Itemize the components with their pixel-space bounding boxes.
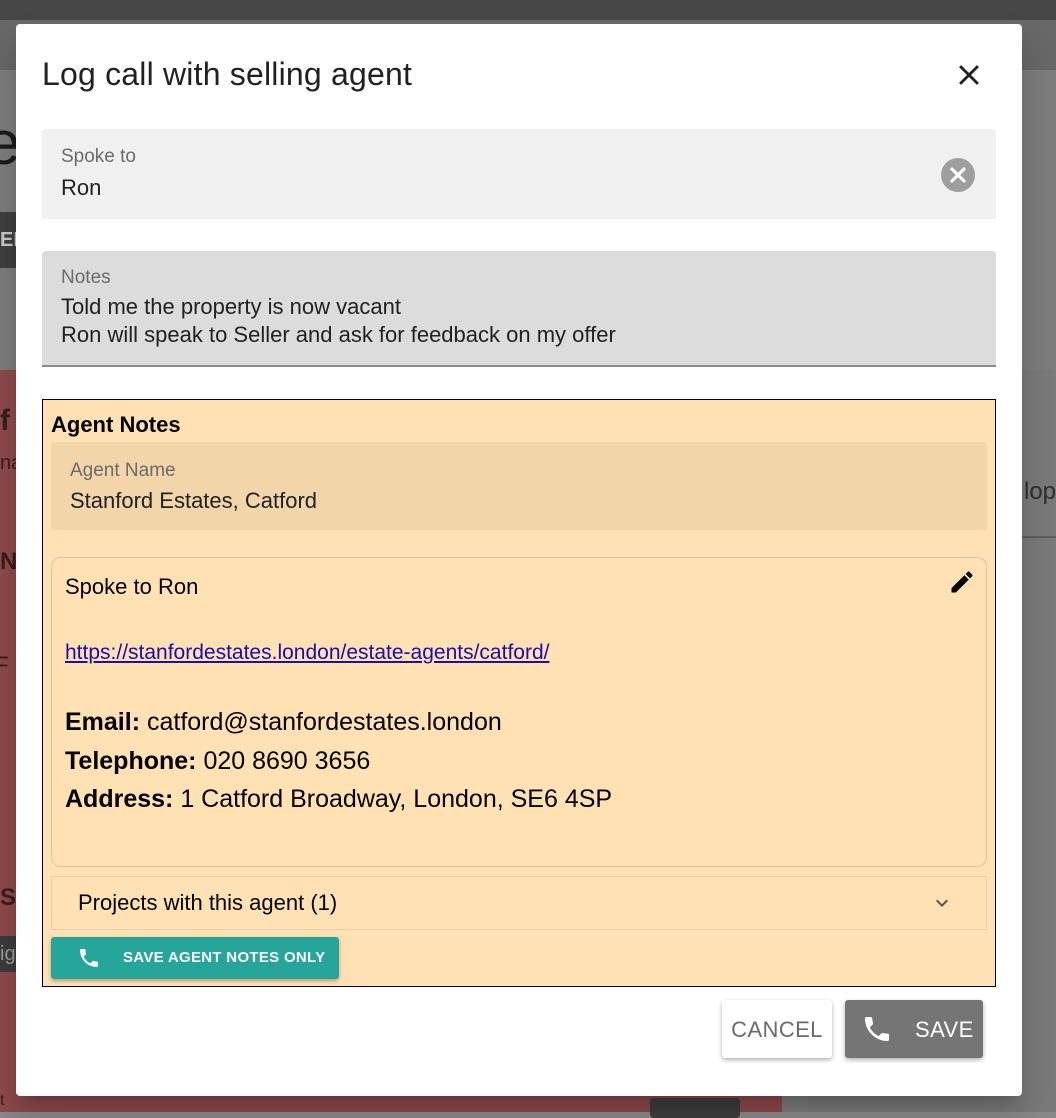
cancel-button[interactable]: CANCEL — [722, 1000, 832, 1058]
cancel-label: CANCEL — [731, 1017, 823, 1042]
agent-name-label: Agent Name — [70, 460, 176, 481]
background-divider — [1022, 536, 1056, 538]
notes-label: Notes — [61, 267, 111, 288]
address-value: 1 Catford Broadway, London, SE6 4SP — [180, 785, 613, 813]
agent-email-row: Email: catford@stanfordestates.london — [65, 708, 502, 737]
background-button — [650, 1098, 740, 1118]
clear-spoke-to-button[interactable] — [941, 158, 975, 192]
dialog-title: Log call with selling agent — [42, 56, 413, 92]
notes-textarea[interactable]: Told me the property is now vacant Ron w… — [61, 293, 616, 349]
clear-circle-icon — [950, 167, 966, 183]
spoke-to-label: Spoke to — [61, 146, 136, 167]
telephone-value: 020 8690 3656 — [203, 747, 371, 775]
agent-notes-title: Agent Notes — [51, 412, 181, 437]
close-button[interactable] — [952, 58, 986, 92]
phone-icon — [865, 1017, 889, 1041]
spoke-to-field[interactable]: Spoke to Ron — [42, 129, 996, 219]
background-text-fragment: t — [0, 1092, 5, 1109]
address-label: Address: — [65, 785, 174, 813]
projects-with-agent-label: Projects with this agent (1) — [78, 890, 338, 915]
background-text-fragment: S — [0, 884, 17, 911]
agent-notes-panel: Agent Notes Agent Name Stanford Estates,… — [42, 399, 996, 987]
agent-address-row: Address: 1 Catford Broadway, London, SE6… — [65, 785, 612, 814]
save-agent-notes-only-button[interactable]: SAVE AGENT NOTES ONLY — [51, 937, 339, 979]
agent-name-field[interactable]: Agent Name Stanford Estates, Catford — [51, 442, 987, 530]
spoke-to-value[interactable]: Ron — [61, 175, 101, 201]
close-icon — [959, 65, 979, 85]
phone-icon — [80, 949, 98, 967]
telephone-label: Telephone: — [65, 747, 197, 775]
background-top-bar — [0, 0, 1056, 20]
save-agent-notes-only-label: SAVE AGENT NOTES ONLY — [123, 949, 326, 966]
chevron-down-icon — [936, 899, 948, 907]
agent-name-value[interactable]: Stanford Estates, Catford — [70, 488, 317, 514]
save-button[interactable]: SAVE — [845, 1000, 983, 1058]
background-text-fragment: N — [0, 548, 18, 575]
agent-website-link[interactable]: https://stanfordestates.london/estate-ag… — [65, 641, 549, 665]
notes-field[interactable]: Notes Told me the property is now vacant… — [42, 251, 996, 367]
pencil-icon — [951, 571, 973, 593]
agent-telephone-row: Telephone: 020 8690 3656 — [65, 747, 370, 776]
projects-with-agent-expander[interactable]: Projects with this agent (1) — [51, 876, 987, 930]
agent-note-text: Spoke to Ron — [65, 574, 199, 599]
log-call-dialog: Log call with selling agent Spoke to Ron… — [16, 24, 1022, 1096]
background-text-fragment: f — [0, 404, 10, 437]
background-text-fragment: lop — [1024, 478, 1056, 505]
save-label: SAVE — [915, 1017, 974, 1042]
email-value: catford@stanfordestates.london — [146, 708, 502, 736]
email-label: Email: — [65, 708, 141, 736]
edit-agent-notes-button[interactable] — [948, 568, 976, 596]
agent-notes-card: Spoke to Ron https://stanfordestates.lon… — [51, 557, 987, 867]
background-text-fragment: F — [0, 652, 9, 679]
